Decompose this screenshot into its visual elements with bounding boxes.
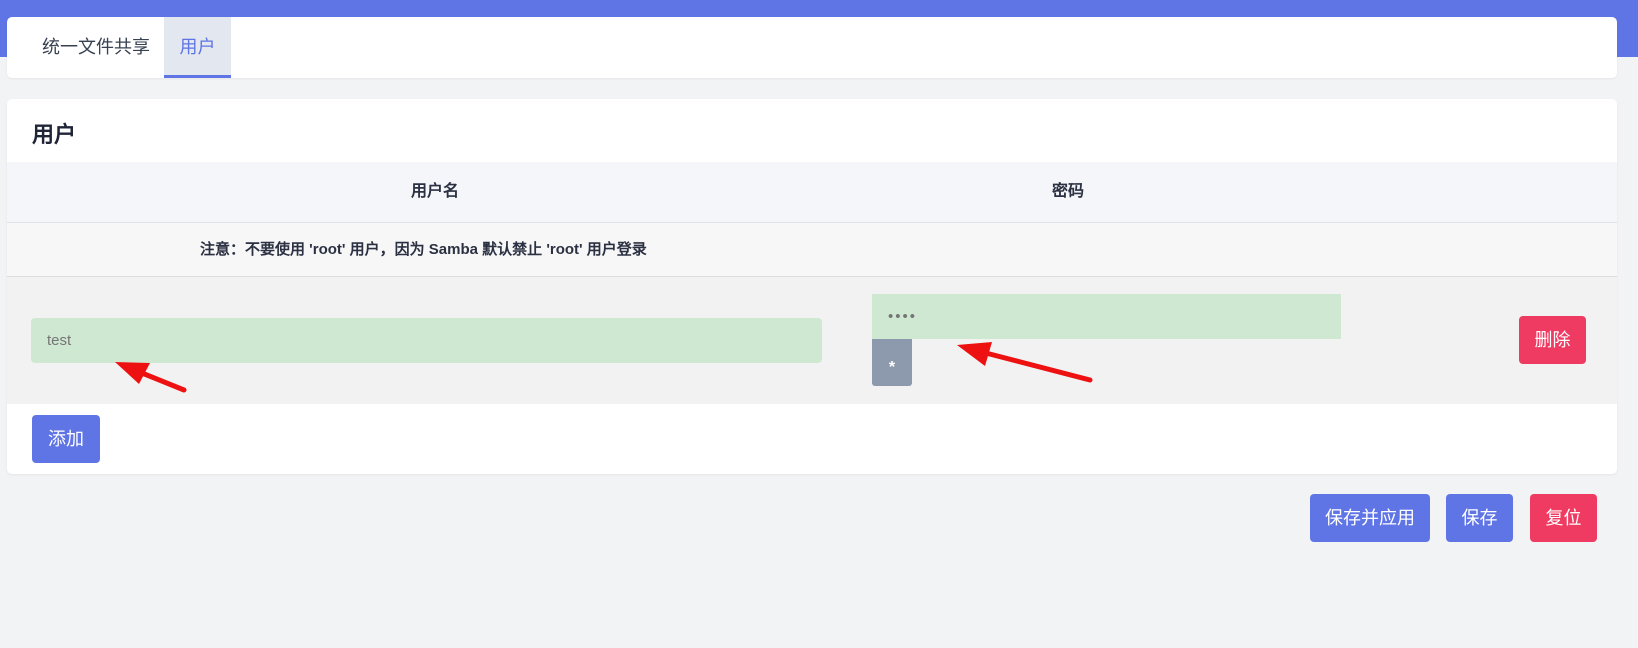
password-input[interactable] <box>872 294 1341 339</box>
tab-samba-share[interactable]: 统一文件共享 <box>26 17 166 78</box>
save-apply-button[interactable]: 保存并应用 <box>1310 494 1430 542</box>
password-reveal-button[interactable]: * <box>872 339 912 386</box>
column-header-username: 用户名 <box>410 183 459 200</box>
add-button[interactable]: 添加 <box>32 415 100 463</box>
table-row: * 删除 <box>7 277 1617 404</box>
save-button[interactable]: 保存 <box>1446 494 1513 542</box>
username-input[interactable] <box>31 318 822 363</box>
delete-button[interactable]: 删除 <box>1519 316 1586 364</box>
users-section: 用户 用户名 密码 注意：不要使用 'root' 用户，因为 Samba 默认禁… <box>7 99 1617 474</box>
tab-users[interactable]: 用户 <box>164 17 231 78</box>
tab-bar: 统一文件共享 用户 <box>7 17 1617 78</box>
section-title: 用户 <box>32 122 77 147</box>
column-header-password: 密码 <box>1051 183 1084 200</box>
table-header: 用户名 密码 <box>7 162 1617 223</box>
root-warning-note: 注意：不要使用 'root' 用户，因为 Samba 默认禁止 'root' 用… <box>200 241 647 258</box>
reset-button[interactable]: 复位 <box>1530 494 1597 542</box>
note-row: 注意：不要使用 'root' 用户，因为 Samba 默认禁止 'root' 用… <box>7 223 1617 277</box>
